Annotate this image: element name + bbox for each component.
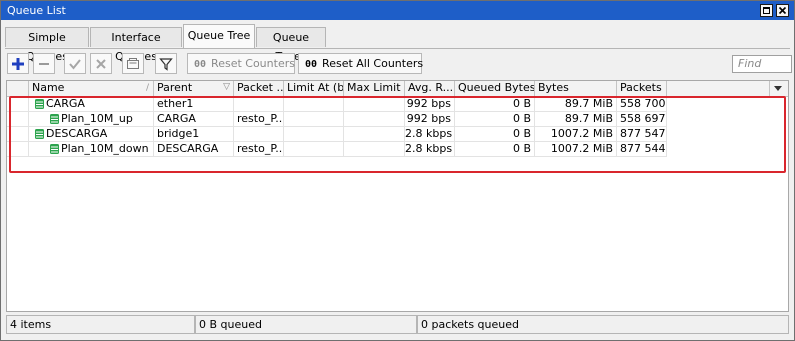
column-header-parent[interactable]: Parent ▽ [154,81,234,96]
dropdown-arrow-icon [774,86,782,91]
column-header-name[interactable]: Name / [29,81,154,96]
comment-button[interactable] [122,53,144,74]
column-header-limit-at[interactable]: Limit At (b... [284,81,344,96]
column-header-packets[interactable]: Packets [617,81,667,96]
add-button[interactable] [7,53,29,74]
tab-queue-types[interactable]: Queue Types [256,27,326,63]
reset-counters-button[interactable]: 00 Reset Counters [187,53,295,74]
columns-menu-button[interactable] [770,81,788,96]
restore-icon [763,7,770,14]
column-header-max-limit[interactable]: Max Limit ... [344,81,405,96]
sort-icon: / [145,83,149,93]
filter-arrow-icon: ▽ [223,82,230,92]
column-header-avg-rate[interactable]: Avg. R... [405,81,455,96]
reset-counters-label: Reset Counters [211,57,295,70]
counter-glyph-icon: 00 [194,59,207,70]
find-input[interactable]: Find [732,55,792,73]
column-header-packet-mark[interactable]: Packet ... [234,81,284,96]
status-bar: 4 items 0 B queued 0 packets queued [6,315,789,334]
queue-list-window: Queue List Simple Queues Interface Queue… [0,0,795,341]
tab-simple-queues[interactable]: Simple Queues [5,27,89,63]
checkmark-icon [69,58,81,70]
plus-icon [12,57,24,70]
table-header: Name / Parent ▽ Packet ... Limit At (b..… [7,81,788,97]
comment-icon [127,57,139,69]
header-spacer [7,81,29,96]
title-bar[interactable]: Queue List [1,1,794,20]
highlight-box [9,96,786,173]
enable-button[interactable] [64,53,86,74]
x-icon [96,58,106,69]
close-window-button[interactable] [776,4,789,17]
window-title: Queue List [7,4,66,17]
remove-button[interactable] [33,53,55,74]
column-header-queued-bytes[interactable]: Queued Bytes [455,81,535,96]
tab-queue-tree[interactable]: Queue Tree [183,24,255,48]
status-items-count: 4 items [6,315,195,334]
column-header-empty [667,81,770,96]
minus-icon [39,62,49,65]
tab-interface-queues[interactable]: Interface Queues [90,27,182,63]
reset-all-counters-label: Reset All Counters [322,57,424,70]
filter-icon [159,57,173,71]
disable-button[interactable] [90,53,112,74]
restore-window-button[interactable] [760,4,773,17]
column-header-bytes[interactable]: Bytes [535,81,617,96]
counter-glyph-icon: 00 [305,59,318,70]
tab-panel-divider [5,48,790,49]
status-packets-queued: 0 packets queued [417,315,789,334]
reset-all-counters-button[interactable]: 00 Reset All Counters [298,53,424,74]
close-icon [778,6,787,15]
toolbar: 00 Reset Counters 00 Reset All Counters Fi… [5,53,792,75]
filter-button[interactable] [155,53,177,74]
status-queued-bytes: 0 B queued [195,315,417,334]
